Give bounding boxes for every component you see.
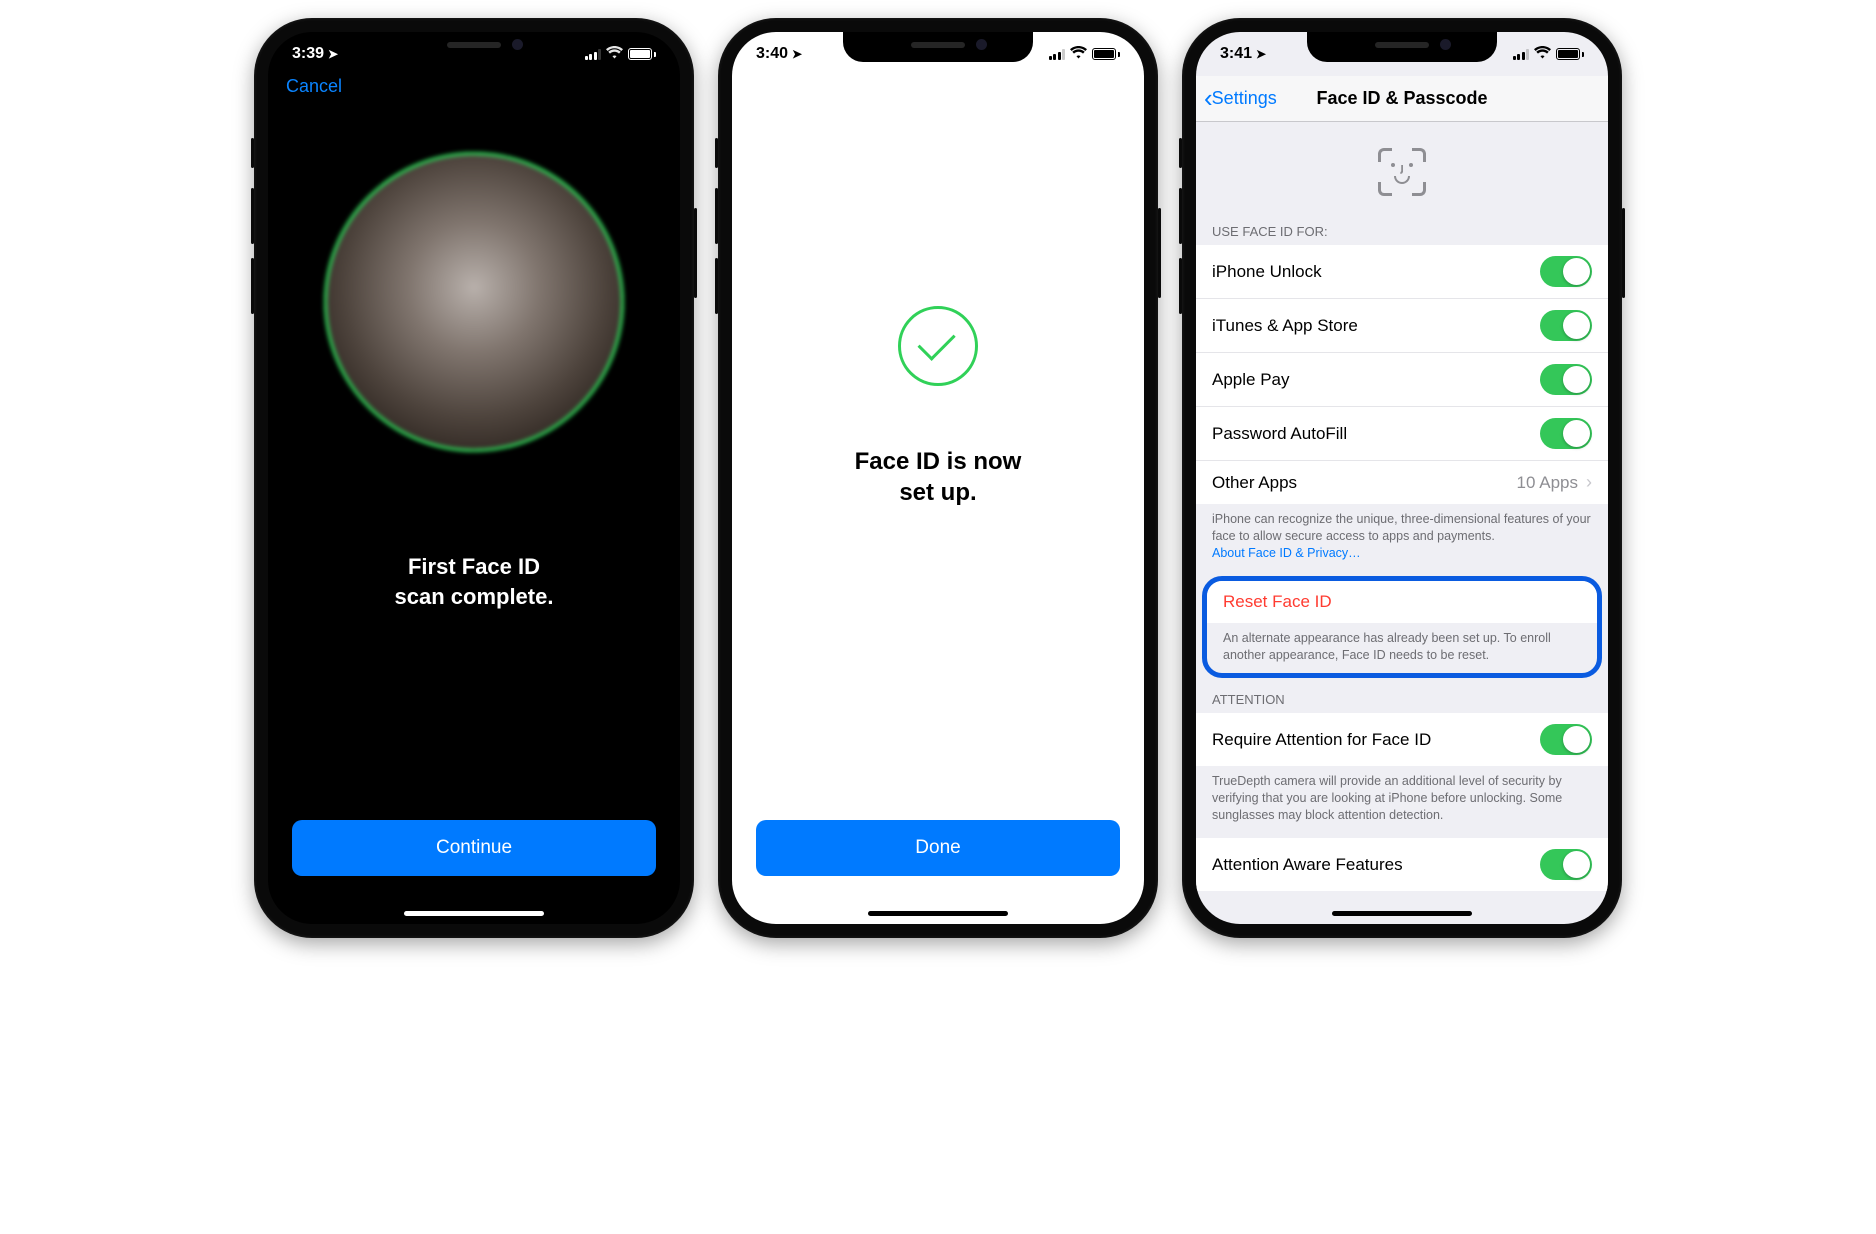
require-attention-footer: TrueDepth camera will provide an additio…	[1196, 766, 1608, 838]
reset-faceid-highlight: Reset Face ID An alternate appearance ha…	[1202, 576, 1602, 679]
cancel-button[interactable]: Cancel	[286, 76, 342, 96]
row-attention-aware[interactable]: Attention Aware Features	[1196, 838, 1608, 891]
wifi-icon	[606, 46, 623, 62]
settings-scroll[interactable]: USE FACE ID FOR: iPhone Unlock iTunes & …	[1196, 122, 1608, 924]
faceid-use-footer: iPhone can recognize the unique, three-d…	[1196, 504, 1608, 576]
toggle-itunes-appstore[interactable]	[1540, 310, 1592, 341]
location-icon: ➤	[1256, 47, 1266, 61]
row-iphone-unlock[interactable]: iPhone Unlock	[1196, 245, 1608, 299]
notch	[379, 32, 569, 62]
row-other-apps[interactable]: Other Apps 10 Apps ›	[1196, 461, 1608, 504]
location-icon: ➤	[792, 47, 802, 61]
toggle-apple-pay[interactable]	[1540, 364, 1592, 395]
cellular-icon	[1513, 48, 1530, 60]
setup-complete-text: Face ID is now set up.	[732, 446, 1144, 508]
status-time: 3:40	[756, 45, 788, 63]
row-password-autofill[interactable]: Password AutoFill	[1196, 407, 1608, 461]
scan-complete-text: First Face ID scan complete.	[268, 552, 680, 611]
notch	[1307, 32, 1497, 62]
home-indicator[interactable]	[868, 911, 1008, 916]
faceid-icon	[1378, 148, 1426, 196]
status-time: 3:41	[1220, 45, 1252, 63]
battery-icon	[1092, 48, 1120, 60]
cellular-icon	[1049, 48, 1066, 60]
phone-frame-3: 3:41 ➤ ‹ Settings Face ID & Passcode	[1182, 18, 1622, 938]
chevron-right-icon: ›	[1586, 472, 1592, 493]
done-button[interactable]: Done	[756, 820, 1120, 876]
toggle-password-autofill[interactable]	[1540, 418, 1592, 449]
row-reset-faceid[interactable]: Reset Face ID	[1207, 581, 1597, 623]
reset-faceid-footer: An alternate appearance has already been…	[1207, 623, 1597, 674]
toggle-iphone-unlock[interactable]	[1540, 256, 1592, 287]
section-header-use-faceid: USE FACE ID FOR:	[1196, 218, 1608, 245]
continue-button[interactable]: Continue	[292, 820, 656, 876]
cellular-icon	[585, 48, 602, 60]
page-title: Face ID & Passcode	[1316, 88, 1487, 109]
home-indicator[interactable]	[1332, 911, 1472, 916]
face-scan-preview	[324, 152, 624, 452]
phone-frame-2: 3:40 ➤ Face ID is now set up. Done	[718, 18, 1158, 938]
nav-bar: ‹ Settings Face ID & Passcode	[1196, 76, 1608, 122]
location-icon: ➤	[328, 47, 338, 61]
wifi-icon	[1534, 46, 1551, 62]
phone-frame-1: 3:39 ➤ Cancel First Face ID scan complet…	[254, 18, 694, 938]
status-time: 3:39	[292, 45, 324, 63]
about-faceid-privacy-link[interactable]: About Face ID & Privacy…	[1212, 546, 1361, 560]
wifi-icon	[1070, 46, 1087, 62]
row-require-attention[interactable]: Require Attention for Face ID	[1196, 713, 1608, 766]
row-apple-pay[interactable]: Apple Pay	[1196, 353, 1608, 407]
back-button[interactable]: ‹ Settings	[1204, 83, 1277, 114]
section-header-attention: ATTENTION	[1196, 686, 1608, 713]
success-check-icon	[898, 306, 978, 386]
battery-icon	[628, 48, 656, 60]
home-indicator[interactable]	[404, 911, 544, 916]
battery-icon	[1556, 48, 1584, 60]
toggle-attention-aware[interactable]	[1540, 849, 1592, 880]
row-itunes-appstore[interactable]: iTunes & App Store	[1196, 299, 1608, 353]
other-apps-count: 10 Apps	[1517, 473, 1578, 493]
notch	[843, 32, 1033, 62]
toggle-require-attention[interactable]	[1540, 724, 1592, 755]
back-label: Settings	[1212, 88, 1277, 109]
